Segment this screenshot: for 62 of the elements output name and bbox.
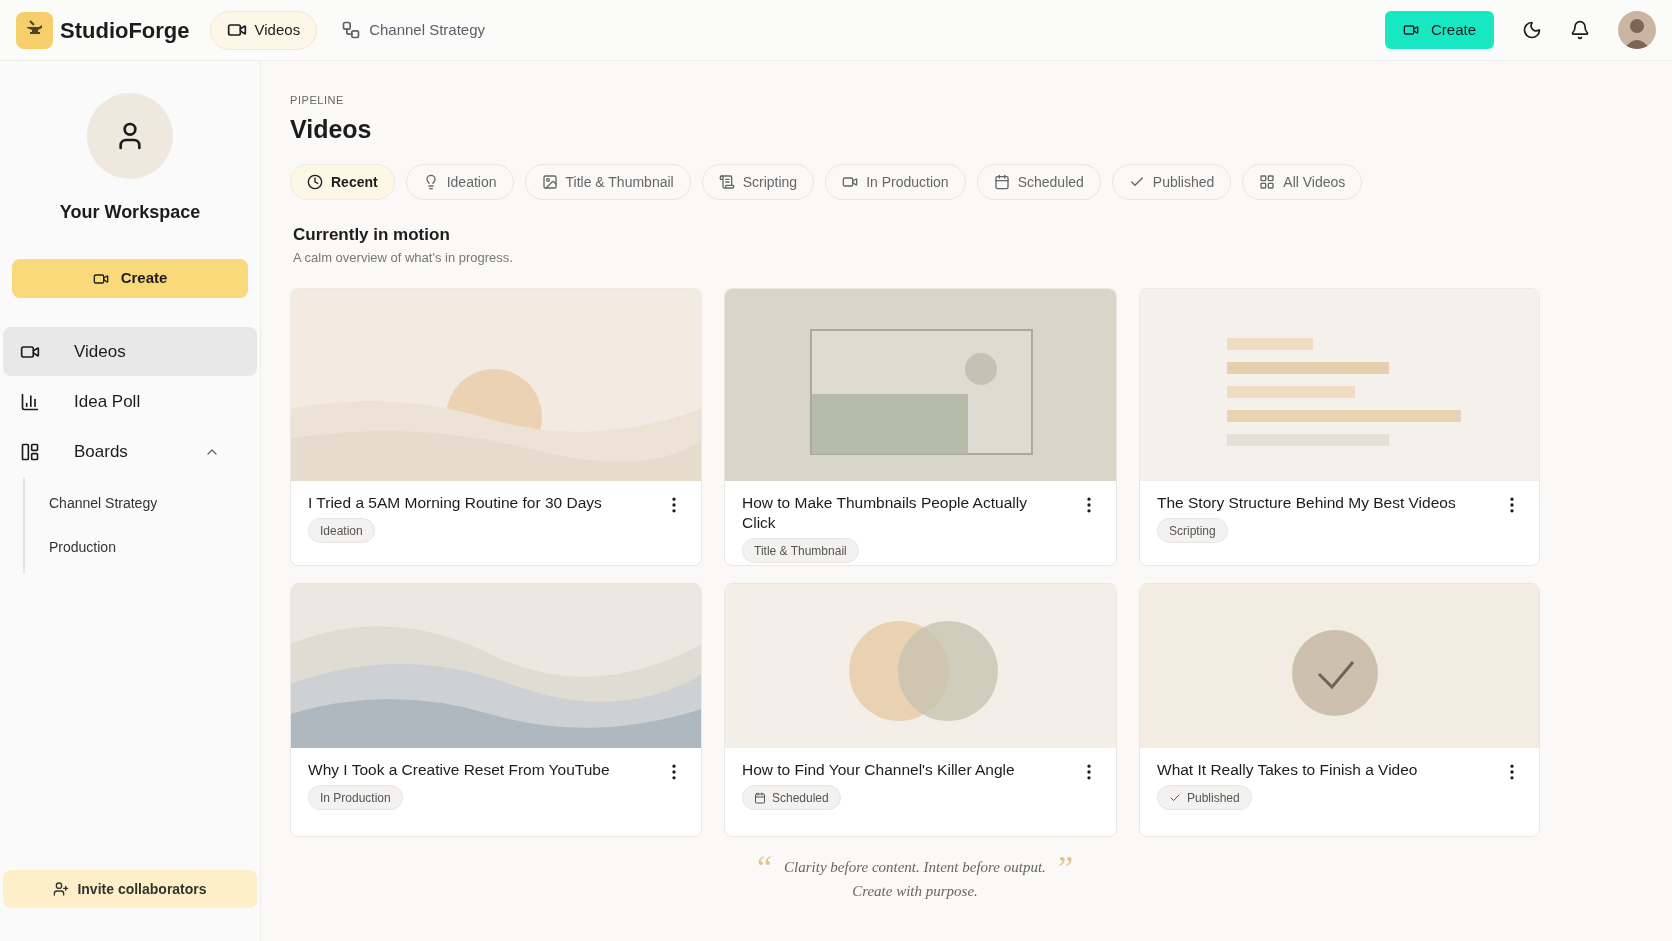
quote-mark: ” bbox=[1057, 851, 1073, 888]
section-subtitle: A calm overview of what's in progress. bbox=[293, 248, 514, 267]
scroll-icon bbox=[718, 174, 735, 190]
board-link[interactable]: Production bbox=[25, 525, 257, 569]
notifications-icon[interactable] bbox=[1570, 20, 1590, 40]
nav-tab[interactable]: Channel Strategy bbox=[325, 10, 502, 50]
filter-tab[interactable]: All Videos bbox=[1242, 164, 1363, 200]
video-title: What It Really Takes to Finish a Video bbox=[1157, 760, 1418, 780]
stage-tag: In Production bbox=[308, 785, 403, 810]
clock-icon bbox=[307, 174, 323, 190]
brand-name: StudioForge bbox=[60, 16, 190, 45]
video-title: Why I Took a Creative Reset From YouTube bbox=[308, 760, 610, 780]
video-card[interactable]: The Story Structure Behind My Best Videos Scripting bbox=[1139, 288, 1540, 566]
filter-tab[interactable]: Published bbox=[1111, 164, 1232, 200]
stage-tag: Scripting bbox=[1157, 518, 1228, 543]
video-card[interactable]: How to Make Thumbnails People Actually Click Title & Thumbnail bbox=[724, 288, 1117, 566]
video-title: I Tried a 5AM Morning Routine for 30 Days bbox=[308, 493, 602, 513]
filter-tab[interactable]: Title & Thumbnail bbox=[524, 164, 691, 200]
invite-button[interactable]: Invite collaborators bbox=[3, 870, 257, 908]
stage-tag: Scheduled bbox=[742, 785, 841, 810]
filter-tab[interactable]: Ideation bbox=[405, 164, 514, 200]
page-title: Videos bbox=[290, 113, 373, 145]
filter-tab[interactable]: Recent bbox=[290, 164, 395, 200]
quote-mark: “ bbox=[757, 851, 773, 888]
create-button[interactable]: Create bbox=[12, 259, 248, 298]
bar-chart-icon bbox=[20, 391, 40, 412]
video-title: How to Find Your Channel's Killer Angle bbox=[742, 760, 1015, 780]
video-card[interactable]: How to Find Your Channel's Killer Angle Scheduled bbox=[724, 583, 1117, 837]
board-link[interactable]: Channel Strategy bbox=[25, 481, 257, 525]
filter-tab[interactable]: Scheduled bbox=[976, 164, 1101, 200]
nav-tab[interactable]: Videos bbox=[209, 10, 318, 50]
stage-tag: Title & Thumbnail bbox=[742, 538, 859, 563]
quote-line: Clarity before content. Intent before output. bbox=[784, 858, 1046, 877]
sidebar-item[interactable]: Videos bbox=[3, 327, 257, 376]
sidebar-item[interactable]: Idea Poll bbox=[3, 377, 257, 426]
video-card[interactable]: I Tried a 5AM Morning Routine for 30 Days Ideation bbox=[290, 288, 702, 566]
video-camera-icon bbox=[1402, 22, 1419, 38]
anvil-logo-icon bbox=[16, 11, 53, 49]
calendar-icon bbox=[754, 791, 766, 804]
stage-tag: Published bbox=[1157, 785, 1252, 810]
workspace-name: Your Workspace bbox=[58, 201, 202, 224]
filter-tab[interactable]: In Production bbox=[825, 164, 966, 200]
video-title: How to Make Thumbnails People Actually Click bbox=[742, 493, 1028, 533]
video-card[interactable]: Why I Took a Creative Reset From YouTube In Production bbox=[290, 583, 702, 837]
grid-icon bbox=[1259, 174, 1276, 190]
quote-line: Create with purpose. bbox=[852, 882, 978, 901]
dark-mode-icon[interactable] bbox=[1522, 20, 1542, 40]
layout-icon bbox=[20, 441, 40, 462]
create-button[interactable]: Create bbox=[1384, 11, 1494, 49]
video-card[interactable]: What It Really Takes to Finish a Video Published bbox=[1139, 583, 1540, 837]
video-title: The Story Structure Behind My Best Videos bbox=[1157, 493, 1456, 513]
video-camera-icon bbox=[842, 174, 859, 190]
section-title: Currently in motion bbox=[293, 224, 451, 246]
calendar-icon bbox=[993, 174, 1010, 190]
avatar[interactable] bbox=[1618, 11, 1656, 49]
flow-icon bbox=[341, 20, 362, 40]
filter-tab[interactable]: Scripting bbox=[701, 164, 815, 200]
image-icon bbox=[541, 174, 558, 190]
stage-tag: Ideation bbox=[308, 518, 375, 543]
eyebrow-label: PIPELINE bbox=[290, 93, 345, 108]
add-user-icon bbox=[53, 881, 70, 897]
sidebar-item[interactable]: Boards bbox=[3, 427, 257, 476]
